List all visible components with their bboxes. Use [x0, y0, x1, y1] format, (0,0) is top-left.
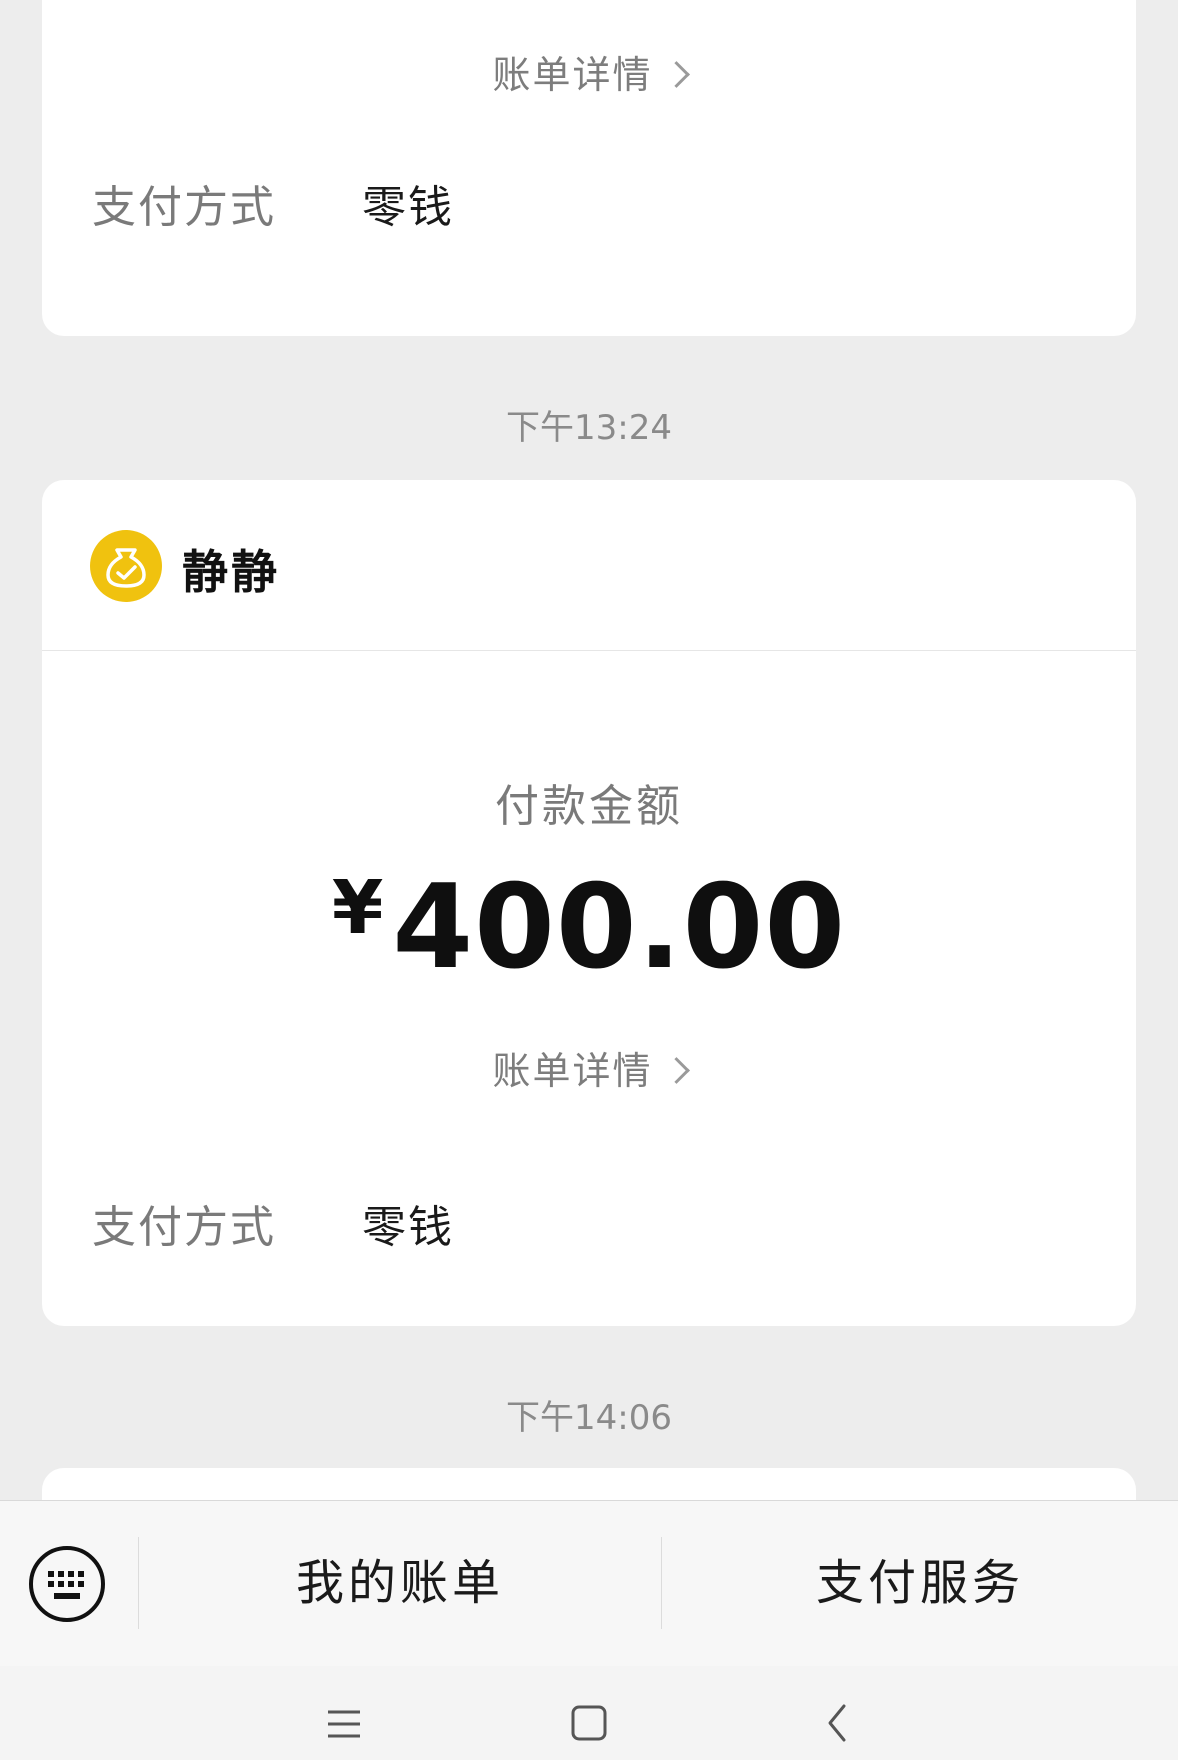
square-home-icon[interactable] [559, 1696, 619, 1756]
message-timestamp: 下午14:06 [506, 1398, 672, 1438]
menu-icon[interactable] [314, 1696, 374, 1756]
payment-services-tab[interactable]: 支付服务 [662, 1501, 1178, 1666]
payment-amount: ¥400.00 [42, 860, 1136, 995]
payment-method-value: 零钱 [362, 182, 454, 233]
bill-details-link[interactable]: 账单详情 [42, 1040, 1136, 1095]
system-nav-bar [0, 1666, 1178, 1760]
merchant-header: 静静 [42, 480, 1136, 651]
bill-details-label: 账单详情 [492, 1049, 653, 1093]
my-bills-tab[interactable]: 我的账单 [139, 1501, 661, 1666]
payment-card[interactable]: 静静 付款金额 ¥400.00 账单详情 支付方式 零钱 [42, 480, 1136, 1326]
payment-method-label: 支付方式 [92, 182, 276, 233]
chevron-right-icon [662, 1057, 690, 1084]
payment-card-previous: 账单详情 支付方式 零钱 [42, 0, 1136, 336]
chevron-right-icon [662, 61, 690, 88]
payment-method-row: 支付方式 零钱 [92, 1198, 454, 1258]
payment-method-row: 支付方式 零钱 [92, 178, 454, 238]
payment-method-label: 支付方式 [92, 1202, 276, 1253]
bill-details-link[interactable]: 账单详情 [42, 44, 1136, 99]
keyboard-icon[interactable] [28, 1545, 106, 1623]
currency-symbol: ¥ [331, 865, 385, 951]
bottom-menu-bar: 我的账单 支付服务 [0, 1500, 1178, 1667]
merchant-name: 静静 [182, 545, 280, 599]
payment-method-value: 零钱 [362, 1202, 454, 1253]
message-timestamp: 下午13:24 [506, 408, 672, 448]
amount-value: 400.00 [392, 860, 847, 995]
money-bag-icon [90, 530, 162, 602]
amount-label: 付款金额 [495, 781, 683, 832]
back-chevron-icon[interactable] [808, 1696, 868, 1756]
bill-details-label: 账单详情 [492, 53, 653, 97]
